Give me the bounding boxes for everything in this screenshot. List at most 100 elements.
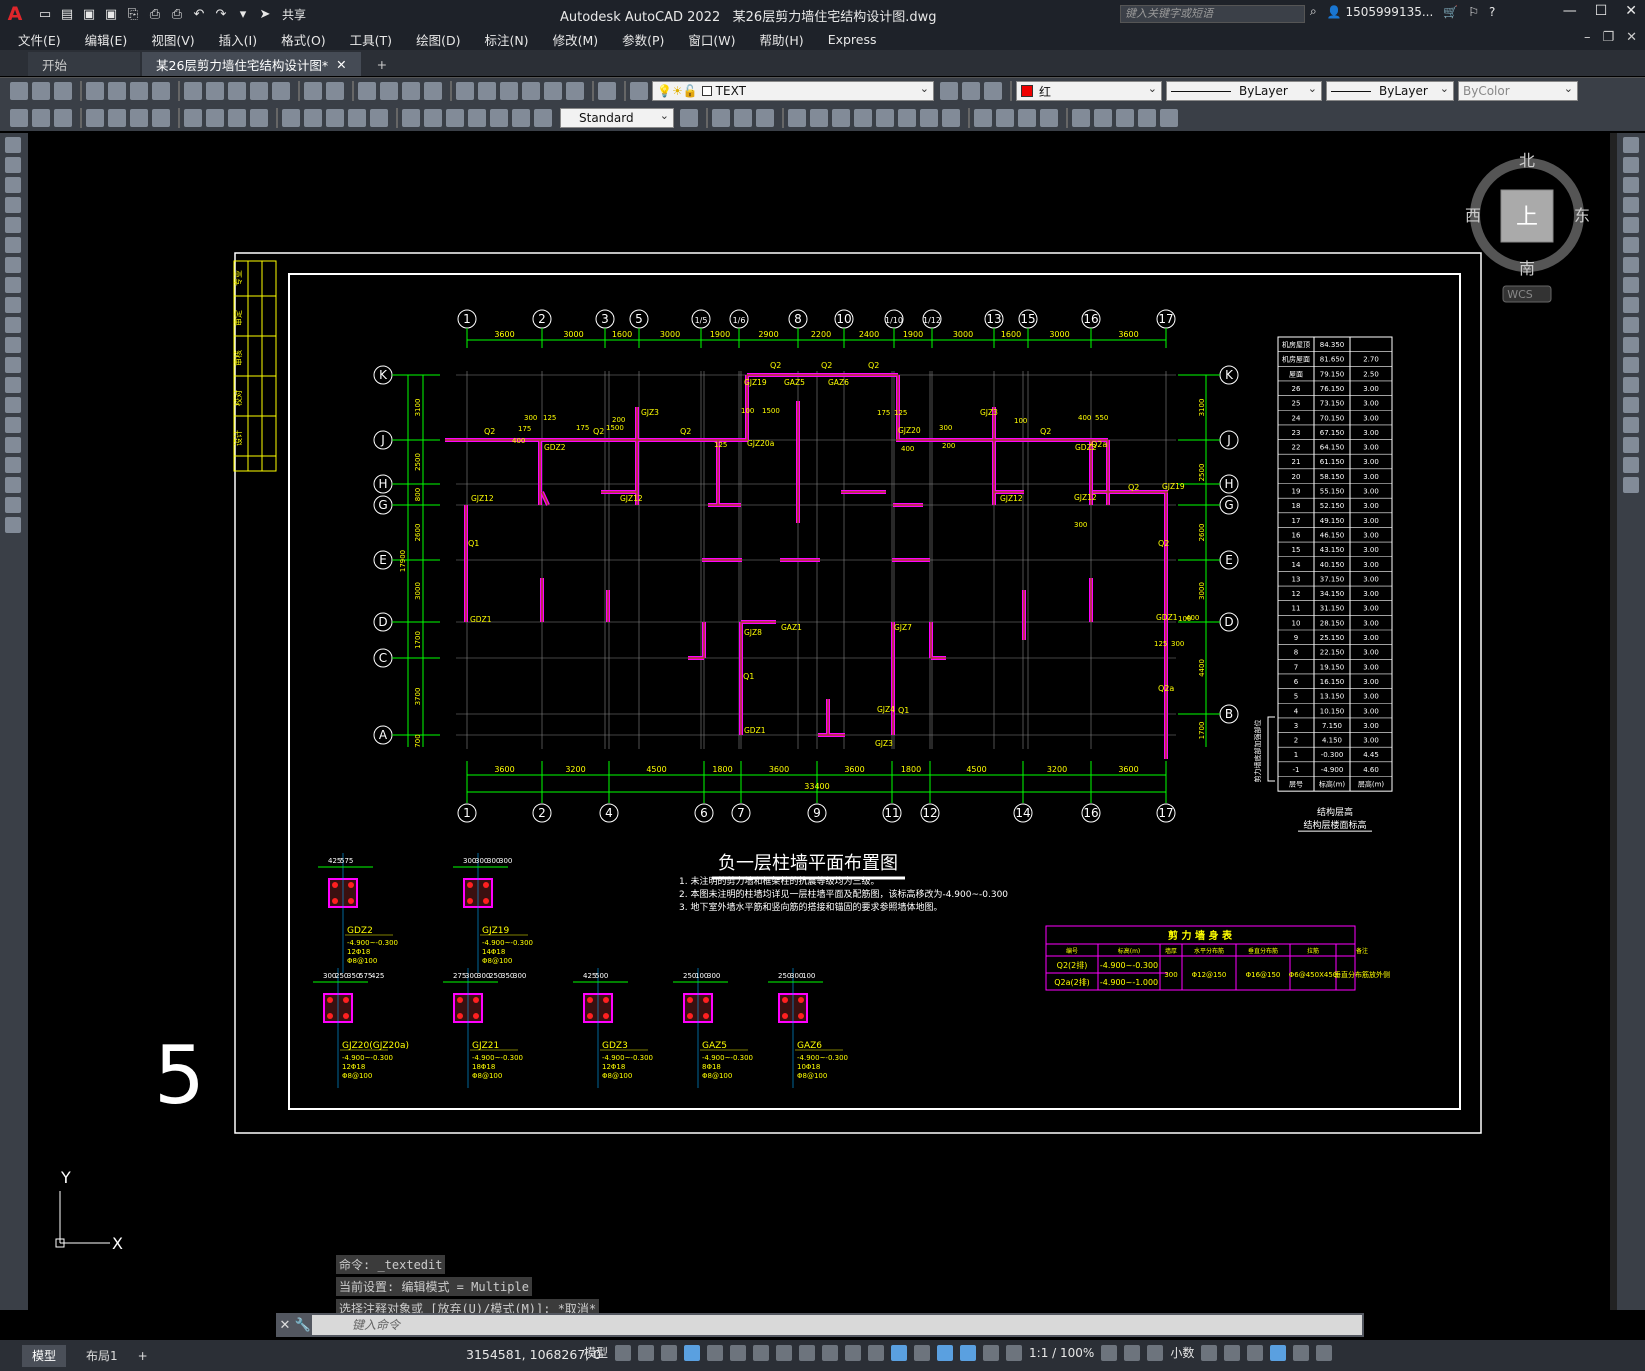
- explode-tool-icon[interactable]: [1623, 477, 1639, 493]
- viewcube[interactable]: 上 北 南 东 西 WCS: [1465, 150, 1590, 310]
- save-icon[interactable]: ▣: [80, 5, 98, 23]
- minimize-icon[interactable]: —: [1563, 3, 1577, 19]
- dynamic-ucs-icon[interactable]: [891, 1344, 908, 1361]
- line-tool-icon[interactable]: [5, 137, 21, 153]
- scale-tool-icon[interactable]: [1623, 277, 1639, 293]
- layer-manager-icon[interactable]: [630, 82, 648, 100]
- make-current-icon[interactable]: [940, 82, 958, 100]
- jogged-dim-icon[interactable]: [206, 108, 224, 127]
- menu-item[interactable]: 帮助(H): [760, 30, 804, 49]
- tab-drawing[interactable]: 某26层剪力墙住宅结构设计图* ✕: [142, 52, 361, 76]
- menu-item[interactable]: 视图(V): [151, 30, 194, 49]
- cart-icon[interactable]: 🛒: [1443, 5, 1458, 19]
- command-close-icon[interactable]: ✕: [276, 1318, 294, 1333]
- share-icon[interactable]: ➤: [256, 5, 274, 23]
- vertical-scrollbar[interactable]: [1610, 133, 1617, 1310]
- break-at-point-tool-icon[interactable]: [1623, 357, 1639, 373]
- redo-icon[interactable]: [326, 82, 344, 100]
- command-input[interactable]: 键入命令: [312, 1315, 1362, 1335]
- annotation-scale-icon[interactable]: [1006, 1344, 1023, 1361]
- dimstyle-manager-icon[interactable]: [680, 108, 698, 127]
- chamfer-tool-icon[interactable]: [1623, 417, 1639, 433]
- solid-icon[interactable]: [974, 108, 992, 127]
- offset-tool-icon[interactable]: [1623, 197, 1639, 213]
- menu-item[interactable]: 参数(P): [622, 30, 664, 49]
- copy-icon[interactable]: [206, 82, 224, 100]
- annotation-monitor-icon[interactable]: [1124, 1344, 1141, 1361]
- stretch-icon[interactable]: [832, 108, 850, 127]
- mirror-icon[interactable]: [876, 108, 894, 127]
- layer-on-icon[interactable]: 💡: [657, 84, 672, 98]
- fillet-tool-icon[interactable]: [1623, 437, 1639, 453]
- selection-filter-icon[interactable]: [914, 1344, 931, 1361]
- user-account[interactable]: 👤 1505999135...: [1327, 5, 1434, 19]
- move-icon[interactable]: [788, 108, 806, 127]
- layer-freeze-icon[interactable]: ☀: [672, 84, 683, 98]
- quick-properties-icon[interactable]: [1201, 1344, 1218, 1361]
- transparency-icon[interactable]: [822, 1344, 839, 1361]
- doc-restore-icon[interactable]: ❐: [1602, 30, 1614, 45]
- ucs-previous-icon[interactable]: [756, 108, 774, 127]
- units-icon[interactable]: [1147, 1344, 1164, 1361]
- undo-icon[interactable]: [304, 82, 322, 100]
- add-selected-tool-icon[interactable]: [5, 517, 21, 533]
- viewcube-west[interactable]: 西: [1465, 206, 1481, 225]
- aligned-dim-icon[interactable]: [108, 108, 126, 127]
- array-icon[interactable]: [920, 108, 938, 127]
- diameter-dim-icon[interactable]: [228, 108, 246, 127]
- layer-icon[interactable]: [54, 108, 72, 127]
- ordinate-dim-icon[interactable]: [152, 108, 170, 127]
- doc-minimize-icon[interactable]: –: [1584, 30, 1591, 45]
- publish-icon[interactable]: ⎙: [146, 5, 164, 23]
- dim-text-edit-icon[interactable]: [512, 108, 530, 127]
- zoom-realtime-icon[interactable]: [380, 82, 398, 100]
- menu-item[interactable]: 修改(M): [553, 30, 599, 49]
- help-icon[interactable]: [598, 82, 616, 100]
- menu-item[interactable]: 绘图(D): [416, 30, 460, 49]
- rotate-tool-icon[interactable]: [1623, 257, 1639, 273]
- snap-icon[interactable]: [638, 1344, 655, 1361]
- baseline-dim-icon[interactable]: [304, 108, 322, 127]
- 3dosnap-icon[interactable]: [868, 1344, 885, 1361]
- trim-tool-icon[interactable]: [1623, 317, 1639, 333]
- search-input[interactable]: 键入关键字或短语: [1120, 5, 1305, 23]
- arc-tool-icon[interactable]: [5, 237, 21, 253]
- properties-icon[interactable]: [456, 82, 474, 100]
- menu-item[interactable]: 格式(O): [281, 30, 326, 49]
- scale-icon[interactable]: [898, 108, 916, 127]
- design-center-icon[interactable]: [478, 82, 496, 100]
- blend-tool-icon[interactable]: [1623, 457, 1639, 473]
- export-icon[interactable]: ⎘: [124, 5, 142, 23]
- revision-cloud-tool-icon[interactable]: [5, 277, 21, 293]
- viewcube-north[interactable]: 北: [1519, 151, 1535, 170]
- spline-tool-icon[interactable]: [5, 297, 21, 313]
- mirror-tool-icon[interactable]: [1623, 177, 1639, 193]
- grid-icon[interactable]: [615, 1344, 632, 1361]
- autocad-logo-button[interactable]: A: [0, 0, 30, 28]
- table-icon[interactable]: [10, 108, 28, 127]
- open-icon[interactable]: [32, 82, 50, 100]
- selection-cycling-icon[interactable]: [845, 1344, 862, 1361]
- cut-icon[interactable]: [184, 82, 202, 100]
- offset-icon[interactable]: [942, 108, 960, 127]
- make-block-tool-icon[interactable]: [5, 377, 21, 393]
- linear-dim-icon[interactable]: [86, 108, 104, 127]
- copy-obj-icon[interactable]: [810, 108, 828, 127]
- tab-model-layout[interactable]: 模型: [22, 1344, 67, 1367]
- stretch-tool-icon[interactable]: [1623, 297, 1639, 313]
- dim-update-icon[interactable]: [534, 108, 552, 127]
- osnap-icon[interactable]: [776, 1344, 793, 1361]
- tolerance-icon[interactable]: [402, 108, 420, 127]
- lineweight-combo[interactable]: ByLayer: [1326, 81, 1454, 101]
- arc-dim-icon[interactable]: [130, 108, 148, 127]
- array-tool-icon[interactable]: [1623, 217, 1639, 233]
- tab-start[interactable]: 开始: [28, 52, 140, 76]
- undo-icon[interactable]: ↶: [190, 5, 208, 23]
- block-icon[interactable]: [32, 108, 50, 127]
- customization-icon[interactable]: [1316, 1344, 1333, 1361]
- help-icon[interactable]: ?: [1489, 5, 1495, 19]
- calculator-icon[interactable]: [566, 82, 584, 100]
- layer-combo[interactable]: 💡 ☀ 🔓 TEXT: [652, 81, 934, 101]
- lineweight-icon[interactable]: [799, 1344, 816, 1361]
- ellipse-arc-tool-icon[interactable]: [5, 337, 21, 353]
